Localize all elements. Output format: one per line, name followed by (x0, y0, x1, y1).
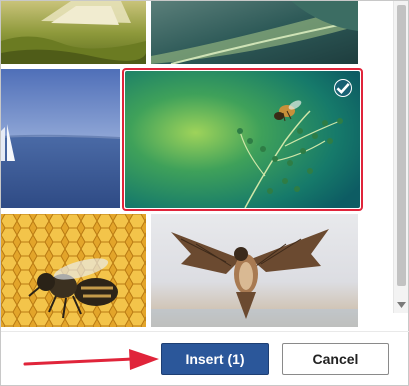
annotation-arrow-icon (23, 349, 159, 370)
image-tile-bee-honeycomb[interactable] (1, 214, 146, 327)
image-grid (1, 1, 393, 331)
image-picker-dialog: Insert (1) Cancel (0, 0, 409, 386)
image-tile-bee-plant[interactable] (122, 68, 363, 211)
vertical-scrollbar[interactable] (393, 1, 408, 313)
image-tile-falcon[interactable] (151, 214, 358, 327)
selected-image (125, 71, 360, 208)
chevron-down-icon[interactable] (396, 299, 407, 311)
image-tile-leaf[interactable] (151, 1, 358, 64)
image-tile-sailboat[interactable] (1, 69, 120, 208)
selected-check-icon (334, 79, 352, 97)
cancel-button[interactable]: Cancel (282, 343, 389, 375)
image-tile-tent[interactable] (1, 1, 146, 64)
scrollbar-thumb[interactable] (397, 5, 406, 286)
insert-button[interactable]: Insert (1) (161, 343, 269, 375)
footer-divider (1, 331, 409, 332)
